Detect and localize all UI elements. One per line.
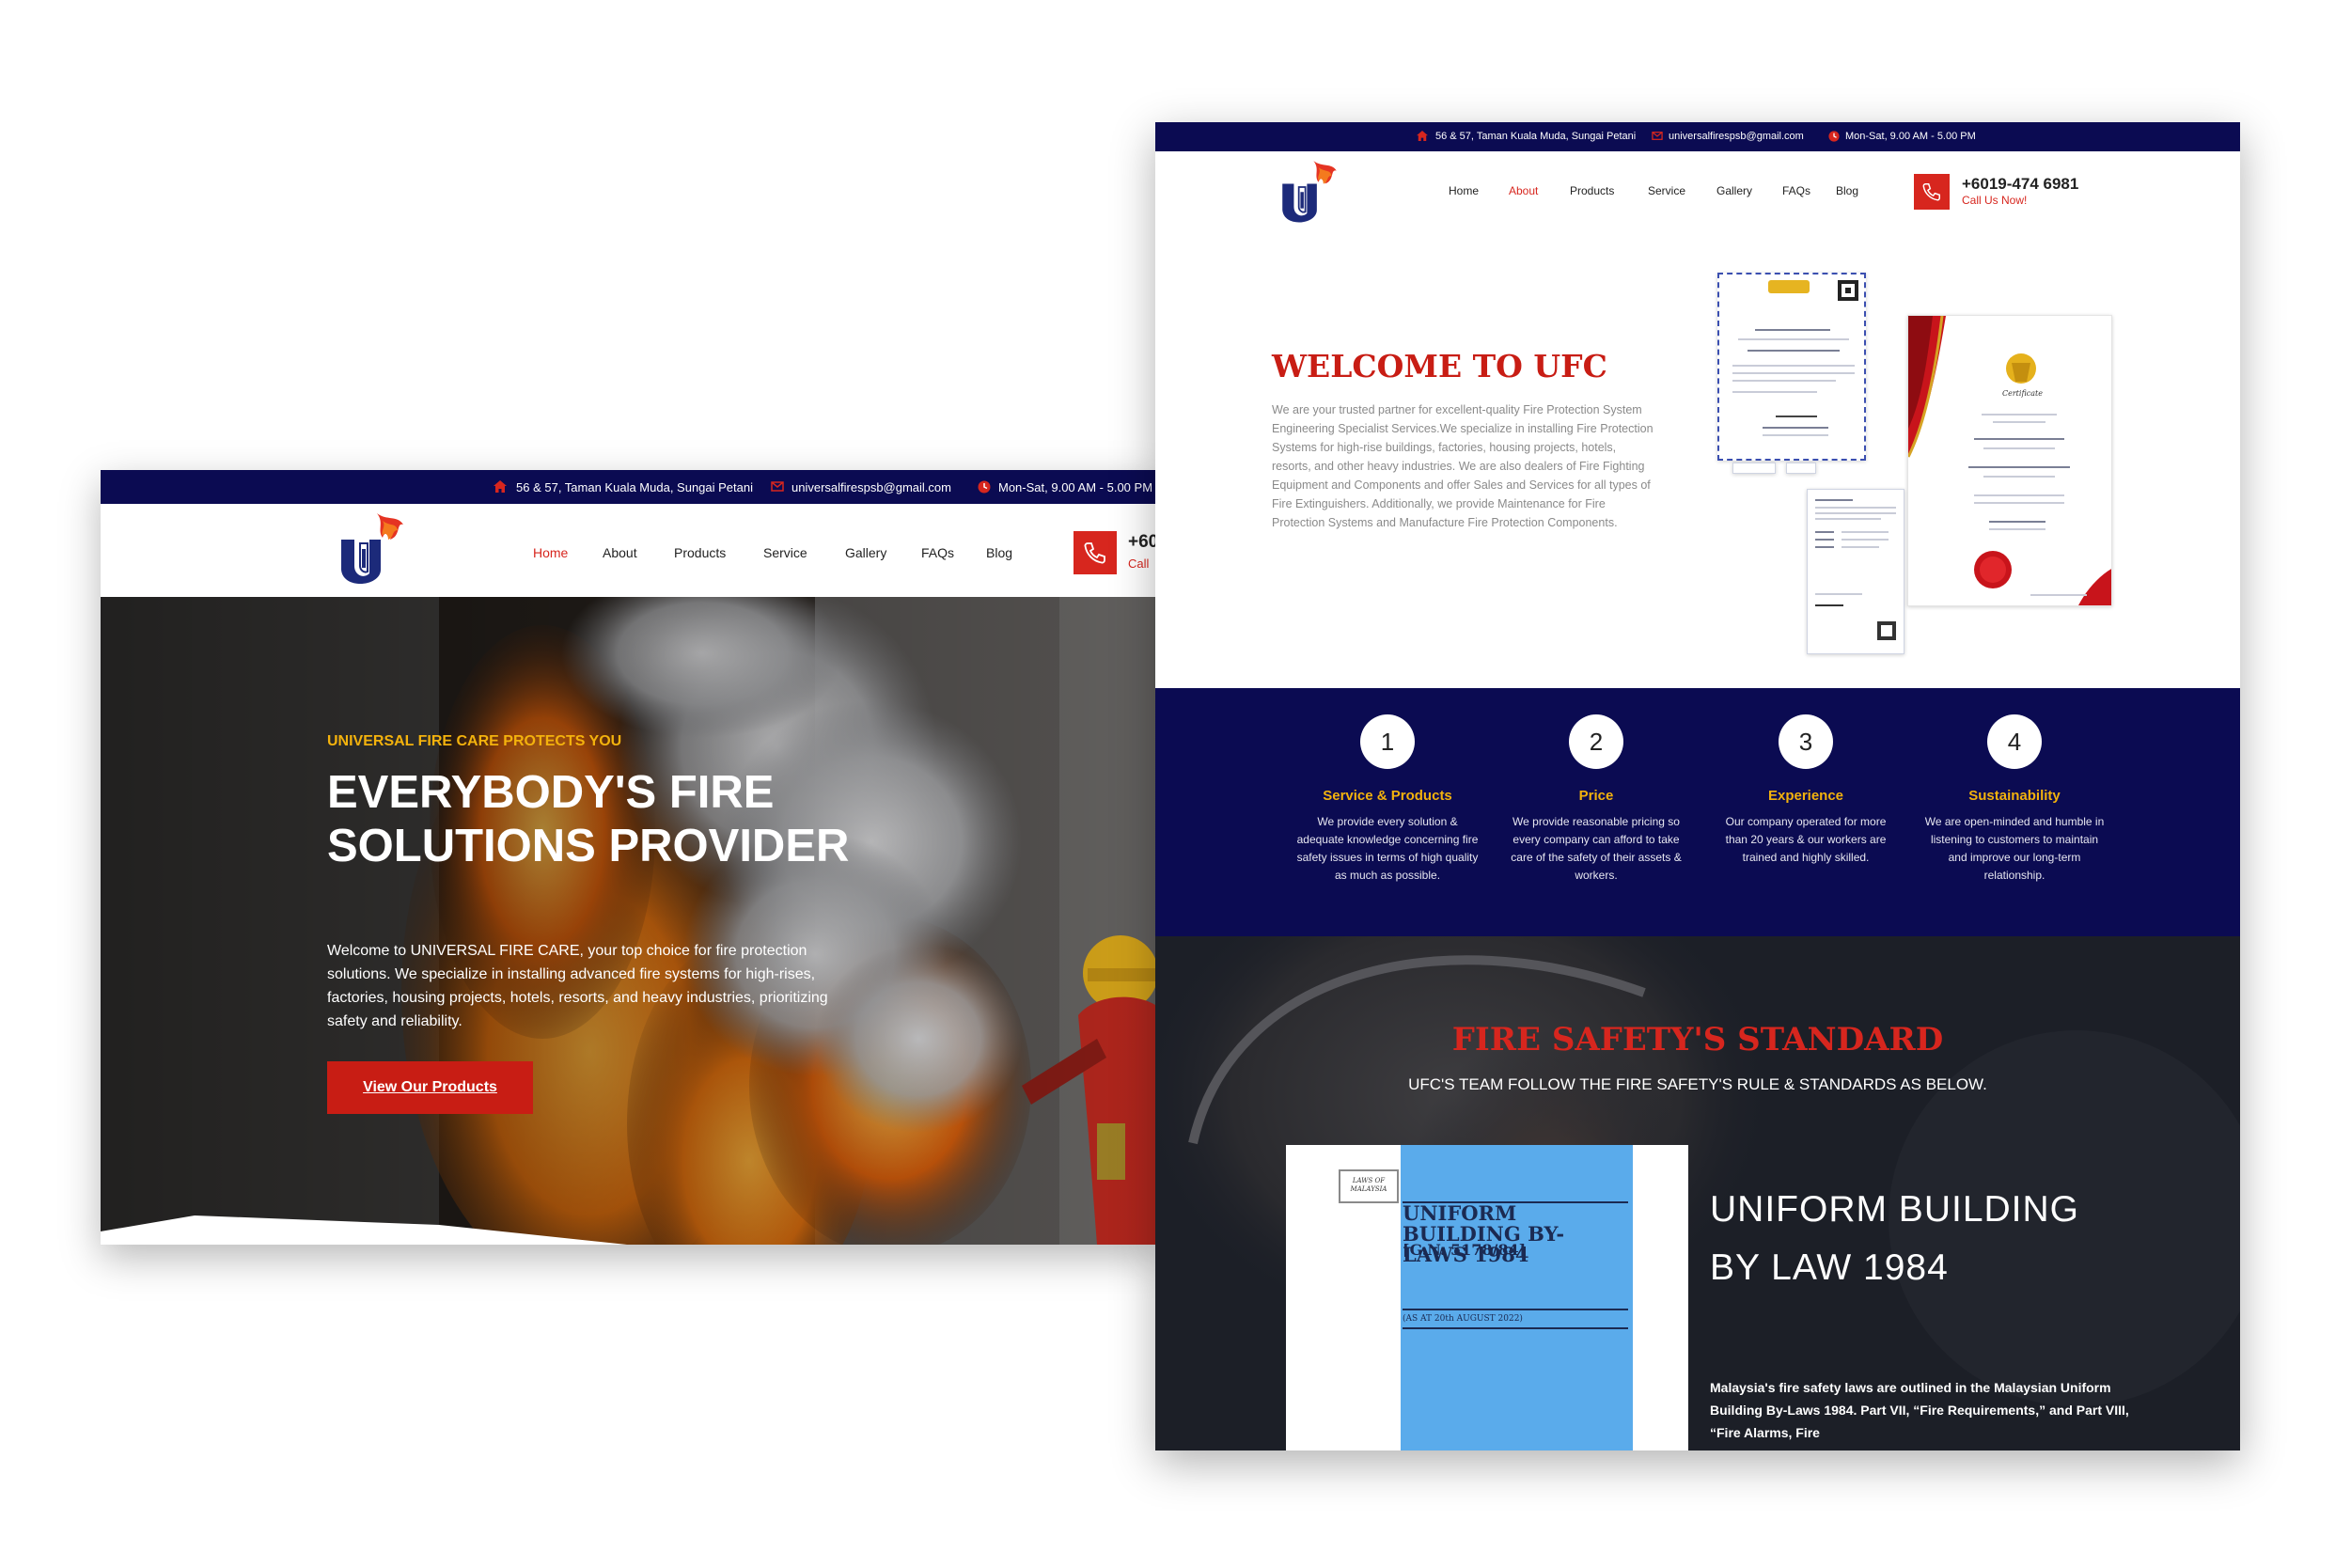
hero-background-image [101,597,1163,1245]
top-info-bar: 56 & 57, Taman Kuala Muda, Sungai Petani… [1155,122,2240,151]
nav-service[interactable]: Service [1648,184,1685,197]
feature-number: 1 [1360,714,1415,769]
ubbl-title: UNIFORM BUILDING BY LAW 1984 [1710,1189,2080,1288]
phone-button[interactable] [1074,531,1117,574]
feature-text: We are open-minded and humble in listeni… [1924,815,2105,882]
feature-title: Sustainability [1968,788,2061,804]
feature-text: Our company operated for more than 20 ye… [1725,815,1887,864]
view-products-button[interactable]: View Our Products [327,1061,533,1114]
clock-icon [1828,131,1840,142]
feature-text: We provide every solution & adequate kno… [1296,815,1479,882]
contractor-certificate-image: Certificate [1907,315,2112,606]
homepage-mockup: 56 & 57, Taman Kuala Muda, Sungai Petani… [101,470,1163,1245]
ufc-logo[interactable] [336,511,409,590]
address-text: 56 & 57, Taman Kuala Muda, Sungai Petani [516,480,753,494]
home-icon [1417,131,1428,141]
hero-description: Welcome to UNIVERSAL FIRE CARE, your top… [327,943,828,1029]
book-gazette-number: [G.N. 5178/84] [1403,1241,1527,1259]
welcome-title: WELCOME TO UFC [1272,348,1607,384]
nav-about[interactable]: About [1509,184,1538,197]
standard-title: FIRE SAFETY'S STANDARD [1451,1021,1944,1058]
nav-products[interactable]: Products [674,545,726,560]
nav-about[interactable]: About [603,545,637,560]
call-label: Call Us Now! [1962,194,2028,207]
nav-blog[interactable]: Blog [1836,184,1858,197]
book-label: LAWS OF MALAYSIA [1339,1169,1399,1203]
nav-home[interactable]: Home [533,545,568,560]
certificate-decoration [1908,316,2111,605]
envelope-icon [771,481,784,492]
phone-icon [1084,542,1105,564]
book-rule [1403,1327,1628,1329]
about-page-mockup: 56 & 57, Taman Kuala Muda, Sungai Petani… [1155,122,2240,1450]
address-text: 56 & 57, Taman Kuala Muda, Sungai Petani [1435,131,1637,142]
feature-title: Service & Products [1323,788,1452,804]
stamp-slip-image [1786,463,1816,474]
ufc-logo[interactable] [1277,159,1341,228]
features-section: 1 Service & Products We provide every so… [1155,688,2240,936]
feature-number: 4 [1987,714,2042,769]
license-document-image [1807,489,1904,654]
book-date: (AS AT 20th AUGUST 2022) [1403,1314,1523,1324]
nav-service[interactable]: Service [763,545,807,560]
email-link[interactable]: universalfirespsb@gmail.com [1669,131,1804,142]
call-label: Call [1128,557,1150,571]
feature-number: 3 [1779,714,1833,769]
stamp-slip-image [1732,463,1776,474]
hero-heading: EVERYBODY'S FIRE SOLUTIONS PROVIDER [327,767,850,871]
nav-blog[interactable]: Blog [986,545,1012,560]
book-label-text: LAWS OF MALAYSIA [1350,1177,1387,1193]
hero-section: UNIVERSAL FIRE CARE PROTECTS YOU EVERYBO… [101,597,1163,1245]
nav-faqs[interactable]: FAQs [921,545,954,560]
nav-faqs[interactable]: FAQs [1782,184,1810,197]
feature-text: We provide reasonable pricing so every c… [1511,815,1682,882]
phone-icon [1922,182,1941,201]
ubbl-book-cover-image: LAWS OF MALAYSIA UNIFORM BUILDING BY-LAW… [1286,1145,1688,1450]
standard-subtitle: UFC'S TEAM FOLLOW THE FIRE SAFETY'S RULE… [1408,1075,1987,1093]
feature-title: Price [1578,788,1614,804]
phone-number[interactable]: +60 [1128,532,1158,553]
email-link[interactable]: universalfirespsb@gmail.com [792,480,951,494]
book-cover [1401,1145,1633,1450]
phone-button[interactable] [1914,174,1950,210]
fire-safety-standard-section: FIRE SAFETY'S STANDARD UFC'S TEAM FOLLOW… [1155,936,2240,1450]
hours-text: Mon-Sat, 9.00 AM - 5.00 PM [1845,131,1976,142]
hero-eyebrow: UNIVERSAL FIRE CARE PROTECTS YOU [327,733,622,749]
feature-number: 2 [1569,714,1623,769]
phone-number[interactable]: +6019-474 6981 [1962,175,2078,194]
nav-gallery[interactable]: Gallery [1716,184,1752,197]
book-rule [1403,1309,1628,1310]
envelope-icon [1652,132,1663,140]
home-icon [494,480,507,493]
welcome-text: We are your trusted partner for excellen… [1272,403,1654,529]
registration-certificate-image [1717,273,1866,461]
nav-home[interactable]: Home [1449,184,1479,197]
feature-title: Experience [1767,788,1844,804]
nav-products[interactable]: Products [1570,184,1614,197]
main-navigation: Home About Products Service Gallery FAQs… [1155,151,2240,240]
top-info-bar: 56 & 57, Taman Kuala Muda, Sungai Petani… [101,470,1163,504]
hours-text: Mon-Sat, 9.00 AM - 5.00 PM [998,480,1153,494]
clock-icon [978,480,991,494]
main-navigation: Home About Products Service Gallery FAQs… [101,504,1163,597]
book-rule [1403,1201,1628,1203]
ubbl-description: Malaysia's fire safety laws are outlined… [1710,1380,2129,1440]
nav-gallery[interactable]: Gallery [845,545,886,560]
